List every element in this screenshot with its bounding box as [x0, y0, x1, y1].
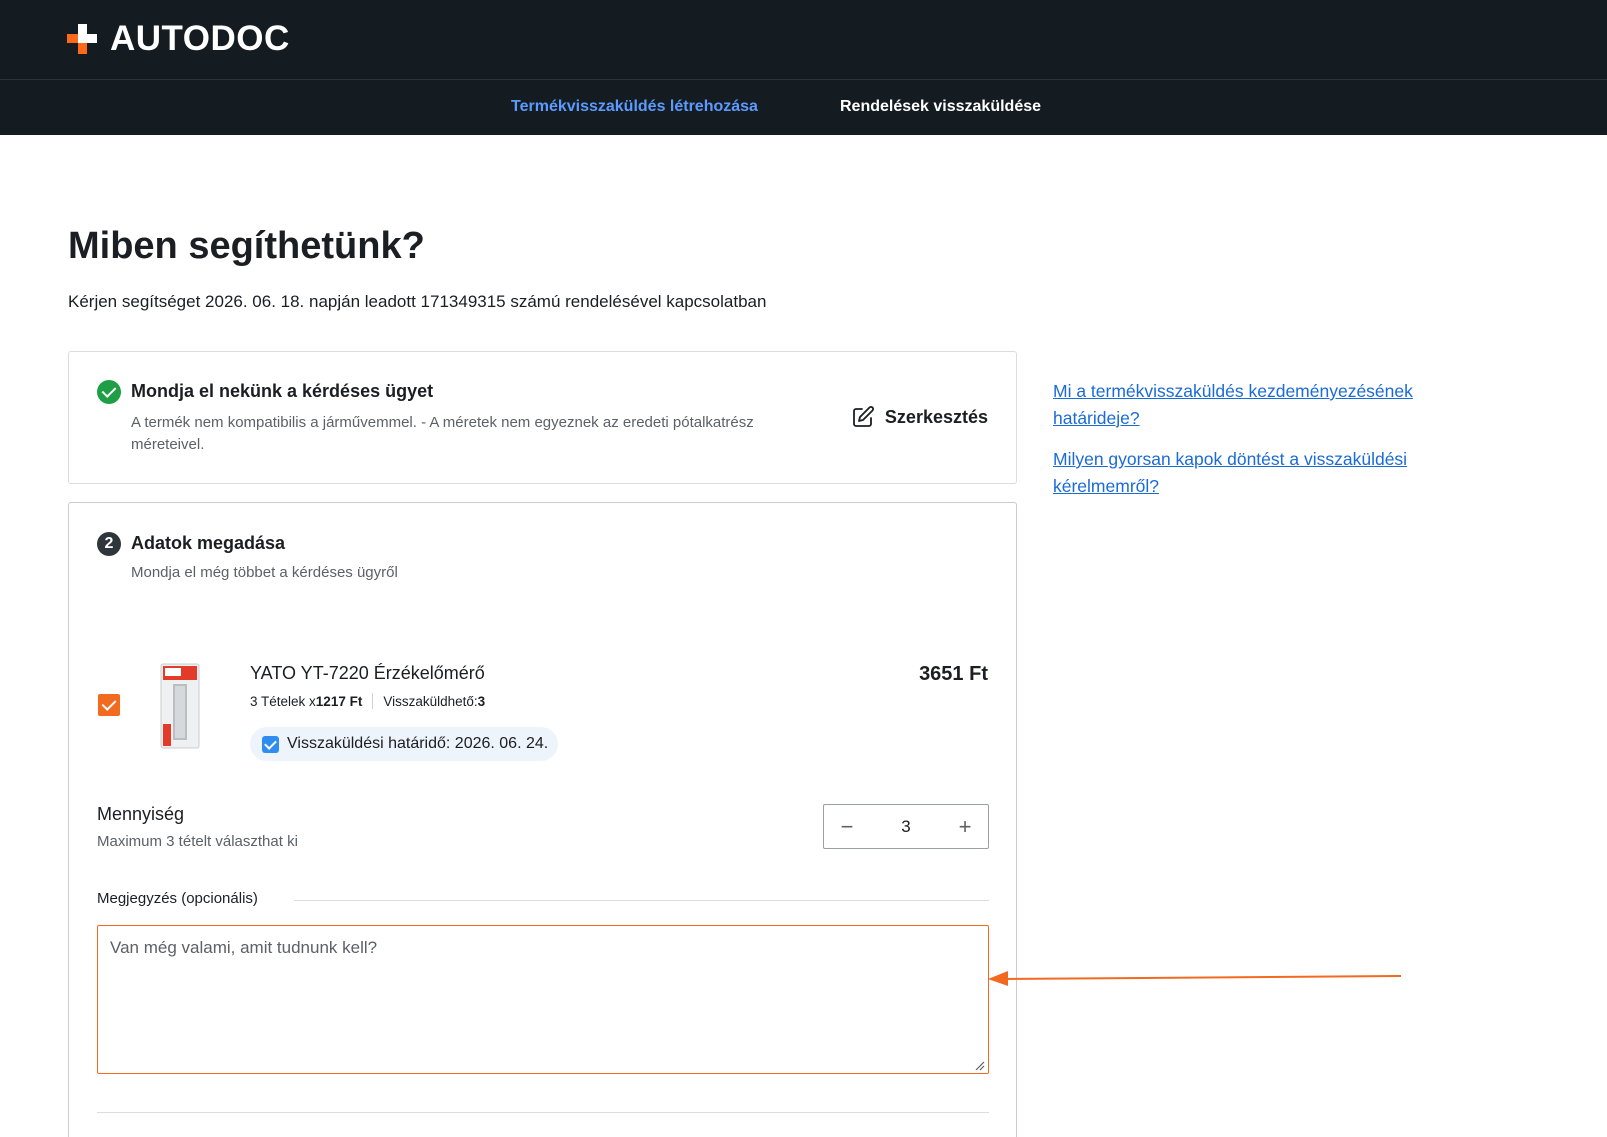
product-meta: 3 Tételek x 1217 Ft Visszaküldhető: 3 — [250, 693, 485, 709]
resize-grip-icon[interactable] — [975, 1061, 985, 1071]
step1-card: Mondja el nekünk a kérdéses ügyet A term… — [68, 351, 1017, 484]
step2-card: 2 Adatok megadása Mondja el még többet a… — [68, 502, 1017, 1137]
note-label: Megjegyzés (opcionális) — [97, 890, 258, 907]
nav-tab-create-return[interactable]: Termékvisszaküldés létrehozása — [511, 98, 758, 116]
step1-description: A termék nem kompatibilis a járművemmel.… — [131, 414, 754, 453]
quantity-hint: Maximum 3 tételt választhat ki — [97, 833, 298, 850]
page-subtitle: Kérjen segítséget 2026. 06. 18. napján l… — [68, 292, 767, 311]
step2-title: Adatok megadása — [131, 533, 286, 553]
quantity-value[interactable]: 3 — [901, 817, 910, 837]
edit-button-label: Szerkesztés — [884, 406, 988, 427]
check-circle-icon — [97, 380, 121, 404]
step-number-badge: 2 — [97, 532, 121, 556]
product-total-price: 3651 Ft — [919, 663, 988, 685]
product-unit-price: 1217 Ft — [315, 693, 363, 709]
product-qty-prefix: 3 Tételek x — [250, 693, 316, 709]
annotation-arrow-icon — [988, 971, 1402, 986]
product-name[interactable]: YATO YT-7220 Érzékelőmérő — [250, 663, 485, 684]
quantity-stepper: − 3 + — [823, 804, 989, 849]
step2-description: Mondja el még többet a kérdéses ügyről — [131, 564, 398, 581]
faq-link-decision-time[interactable]: Milyen gyorsan kapok döntést a visszakül… — [1053, 446, 1473, 500]
calendar-check-icon — [262, 735, 279, 753]
product-select-checkbox[interactable] — [98, 694, 120, 716]
product-returnable-label: Visszaküldhető: — [383, 693, 478, 709]
main-nav: Termékvisszaküldés létrehozása Rendelése… — [0, 80, 1607, 135]
quantity-increment-button[interactable]: + — [942, 805, 988, 848]
top-header: AUTODOC — [0, 0, 1607, 80]
logo-plus-icon — [67, 24, 97, 54]
logo-text: AUTODOC — [110, 19, 290, 58]
meta-divider — [372, 693, 374, 709]
note-divider — [294, 900, 989, 901]
return-deadline-badge: Visszaküldési határidő: 2026. 06. 24. — [250, 727, 559, 761]
autodoc-logo[interactable]: AUTODOC — [67, 20, 290, 58]
product-image — [160, 663, 200, 749]
quantity-label: Mennyiség — [97, 804, 185, 824]
return-deadline-text: Visszaküldési határidő: 2026. 06. 24. — [287, 735, 549, 752]
faq-link-return-deadline[interactable]: Mi a termékvisszaküldés kezdeményezéséne… — [1053, 378, 1473, 432]
nav-tab-order-returns[interactable]: Rendelések visszaküldése — [840, 98, 1041, 116]
page-title: Miben segíthetünk? — [68, 225, 425, 267]
step1-title: Mondja el nekünk a kérdéses ügyet — [131, 381, 434, 401]
note-textarea[interactable] — [97, 925, 989, 1074]
section-divider — [97, 1112, 989, 1113]
product-returnable-count: 3 — [477, 693, 486, 709]
edit-pencil-icon — [853, 406, 874, 427]
edit-button[interactable]: Szerkesztés — [851, 405, 988, 429]
quantity-decrement-button[interactable]: − — [824, 805, 870, 848]
